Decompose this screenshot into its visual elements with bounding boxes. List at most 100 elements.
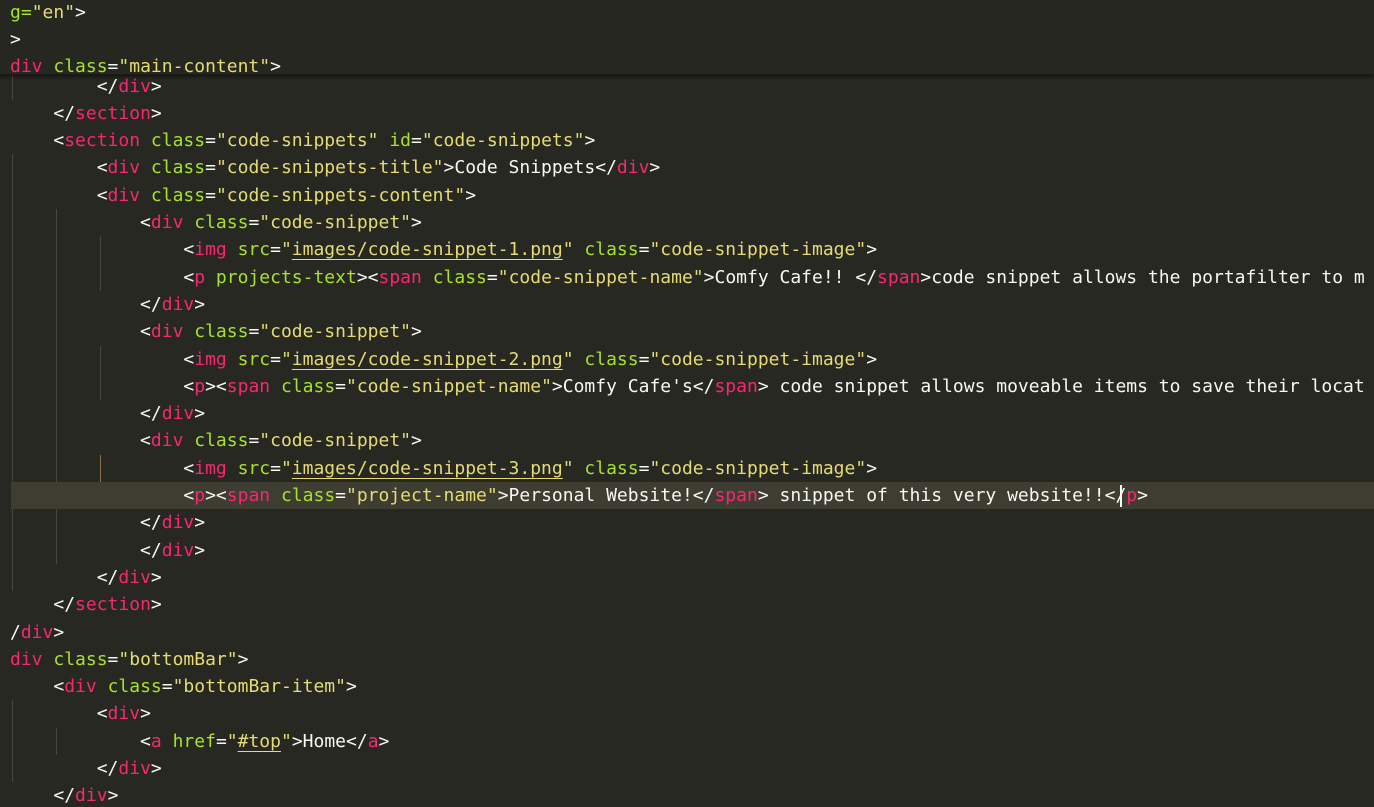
code-line[interactable]: </section> [0,100,1374,127]
code-token: >< [205,375,227,397]
code-token: = [270,239,281,261]
code-token: "code-snippet" [259,212,411,233]
code-token: / [10,621,21,643]
code-token: " [280,730,292,752]
code-token: > [150,566,162,588]
code-token: < [140,321,151,343]
code-token: </ [140,403,162,425]
code-line[interactable]: </div> [0,291,1374,318]
code-token: > snippet of this very website!! [757,485,1105,506]
code-line[interactable]: </div> [0,73,1374,100]
code-line[interactable]: <section class="code-snippets" id="code-… [0,127,1374,154]
code-line[interactable]: <a href="#top">Home</a> [0,728,1374,755]
code-line[interactable]: <div class="code-snippet"> [0,427,1374,454]
sticky-header-line[interactable]: div class="main-content"> [0,53,1374,75]
code-line[interactable]: </section> [0,591,1374,618]
code-token: > [150,75,162,97]
code-line[interactable]: </div> [0,564,1374,591]
sticky-header-line[interactable]: g="en"> [0,0,1374,26]
code-token: images/code-snippet-2.png [291,348,563,370]
sticky-scroll-header[interactable]: g="en"> > div class="main-content"> [0,0,1374,75]
code-token: img [194,348,227,370]
code-token: > [866,348,878,370]
code-line[interactable]: <p projects-text><span class="code-snipp… [0,264,1374,291]
code-text: </div> [10,509,205,536]
code-text: <img src="images/code-snippet-2.png" cla… [10,346,877,373]
current-code-line[interactable]: <p><span class="project-name">Personal W… [11,482,1374,509]
code-line[interactable]: <div class="code-snippet"> [0,318,1374,345]
code-token: section [64,130,141,152]
code-line[interactable]: div class="bottomBar"> [0,646,1374,673]
code-line[interactable]: <p><span class="code-snippet-name">Comfy… [0,373,1374,400]
code-text: </section> [10,100,161,127]
code-text: <a href="#top">Home</a> [10,728,389,755]
code-token: = [107,648,119,670]
code-line[interactable]: <img src="images/code-snippet-2.png" cla… [0,346,1374,373]
code-token: a [367,730,379,752]
code-token: "main-content" [118,55,271,75]
code-token: </ [96,758,119,779]
code-token: class [53,648,108,670]
code-line[interactable]: <img src="images/code-snippet-3.png" cla… [0,455,1374,482]
code-token: > [194,539,206,561]
code-line[interactable]: </div> [0,509,1374,536]
code-token: div [10,55,43,75]
code-token: " [226,730,238,752]
code-line[interactable]: </div> [0,755,1374,782]
code-token: span [877,266,921,288]
code-token: > [1137,485,1148,506]
code-line[interactable]: <div class="code-snippets-content"> [0,182,1374,209]
code-token: class [150,157,206,179]
code-text: <div class="bottomBar-item"> [10,673,356,700]
code-token: > [107,785,119,807]
code-text: /div> [10,619,64,646]
code-line[interactable]: <div class="bottomBar-item"> [0,673,1374,700]
code-token: </ [53,102,76,124]
code-token: = [107,55,119,75]
code-line[interactable]: <div> [0,700,1374,727]
code-token: = [335,375,346,397]
code-token: >< [205,485,227,506]
sticky-header-line[interactable]: > [0,26,1374,53]
code-token: class [194,321,249,343]
code-token: < [183,457,195,479]
code-text: <div> [10,700,151,727]
code-text: </div> [10,73,162,100]
code-token: "bottomBar-item" [172,676,346,698]
code-line[interactable]: </div> [0,537,1374,564]
code-editor[interactable]: </div> </section> <section class="code-s… [0,0,1374,807]
code-token: class [584,348,639,370]
code-token: = [248,321,260,343]
code-line[interactable]: <div class="code-snippets-title">Code Sn… [0,154,1374,181]
code-token: href [172,730,216,752]
code-token: > [194,403,206,425]
code-line[interactable]: </div> [0,782,1374,807]
code-line[interactable]: <img src="images/code-snippet-1.png" cla… [0,236,1374,263]
code-token: > [270,55,281,75]
code-token: > [411,212,422,233]
code-token: = [205,157,216,179]
code-line[interactable]: /div> [0,619,1374,646]
code-token: > code snippet allows moveable items to … [757,375,1365,397]
code-line[interactable]: </div> [0,400,1374,427]
code-token: > [378,730,390,752]
code-text: <p><span class="code-snippet-name">Comfy… [10,373,1365,400]
code-line[interactable]: <div class="code-snippet"> [0,209,1374,236]
code-token: class [194,212,249,233]
code-text: <div class="code-snippets-content"> [10,182,476,209]
code-token: images/code-snippet-3.png [291,457,563,479]
